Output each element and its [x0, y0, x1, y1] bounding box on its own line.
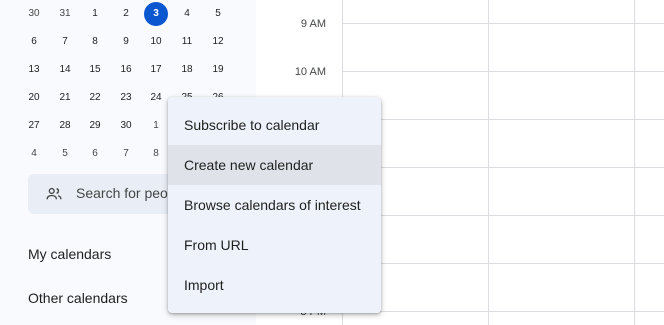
mini-calendar-day[interactable]: 15 — [80, 57, 110, 83]
mini-calendar-day[interactable]: 1 — [80, 1, 110, 27]
mini-calendar-day[interactable]: 4 — [19, 141, 49, 167]
time-label: 10 AM — [294, 66, 326, 78]
search-placeholder: Search for peo — [76, 185, 168, 201]
mini-calendar-day[interactable]: 19 — [203, 57, 233, 83]
mini-calendar-day[interactable]: 22 — [80, 85, 110, 111]
grid-hour-line — [342, 263, 664, 264]
mini-calendar-day[interactable]: 5 — [50, 141, 80, 167]
people-icon — [46, 187, 62, 200]
grid-hour-line — [342, 167, 664, 168]
mini-calendar-day[interactable]: 6 — [80, 141, 110, 167]
mini-calendar-day[interactable]: 30 — [19, 1, 49, 27]
mini-calendar-today[interactable]: 3 — [141, 1, 171, 27]
grid-hour-line — [342, 215, 664, 216]
mini-calendar-day[interactable]: 4 — [172, 1, 202, 27]
mini-calendar-today-label: 3 — [144, 2, 168, 26]
mini-calendar-day[interactable]: 10 — [141, 29, 171, 55]
mini-calendar-day[interactable]: 27 — [19, 113, 49, 139]
mini-calendar-day[interactable]: 29 — [80, 113, 110, 139]
mini-calendar-day[interactable]: 9 — [111, 29, 141, 55]
menu-item-browse-calendars[interactable]: Browse calendars of interest — [168, 185, 381, 225]
mini-calendar-day[interactable]: 16 — [111, 57, 141, 83]
mini-calendar-day[interactable]: 31 — [50, 1, 80, 27]
mini-calendar-day[interactable]: 1 — [141, 113, 171, 139]
menu-item-from-url[interactable]: From URL — [168, 225, 381, 265]
grid-column-divider — [634, 0, 635, 325]
mini-calendar-day[interactable]: 8 — [80, 29, 110, 55]
mini-calendar-day[interactable]: 7 — [111, 141, 141, 167]
mini-calendar-day[interactable]: 14 — [50, 57, 80, 83]
mini-calendar-day[interactable]: 12 — [203, 29, 233, 55]
grid-column-divider — [488, 0, 489, 325]
mini-calendar-day[interactable]: 21 — [50, 85, 80, 111]
menu-item-create-new-calendar[interactable]: Create new calendar — [168, 145, 381, 185]
grid-hour-line — [342, 119, 664, 120]
grid-hour-line — [342, 71, 664, 72]
mini-calendar-day[interactable]: 17 — [141, 57, 171, 83]
mini-calendar-day[interactable]: 20 — [19, 85, 49, 111]
other-calendars-heading[interactable]: Other calendars — [28, 290, 128, 306]
menu-item-import[interactable]: Import — [168, 265, 381, 305]
grid-hour-line — [342, 311, 664, 312]
mini-calendar-day[interactable]: 6 — [19, 29, 49, 55]
time-label: 9 AM — [300, 18, 326, 30]
menu-item-subscribe[interactable]: Subscribe to calendar — [168, 105, 381, 145]
my-calendars-heading[interactable]: My calendars — [28, 246, 111, 262]
mini-calendar-week: 6 7 8 9 10 11 12 — [19, 29, 239, 55]
mini-calendar-day[interactable]: 18 — [172, 57, 202, 83]
mini-calendar-day[interactable]: 8 — [141, 141, 171, 167]
mini-calendar-day[interactable]: 5 — [203, 1, 233, 27]
mini-calendar-day[interactable]: 2 — [111, 1, 141, 27]
mini-calendar-day[interactable]: 13 — [19, 57, 49, 83]
mini-calendar-day[interactable]: 7 — [50, 29, 80, 55]
mini-calendar-day[interactable]: 28 — [50, 113, 80, 139]
mini-calendar-day[interactable]: 30 — [111, 113, 141, 139]
mini-calendar-week: 13 14 15 16 17 18 19 — [19, 57, 239, 83]
grid-hour-line — [342, 23, 664, 24]
mini-calendar-week: 30 31 1 2 3 4 5 — [19, 1, 239, 27]
mini-calendar-day[interactable]: 24 — [141, 85, 171, 111]
mini-calendar-day[interactable]: 23 — [111, 85, 141, 111]
mini-calendar-day[interactable]: 11 — [172, 29, 202, 55]
add-calendar-menu: Subscribe to calendar Create new calenda… — [168, 97, 381, 313]
